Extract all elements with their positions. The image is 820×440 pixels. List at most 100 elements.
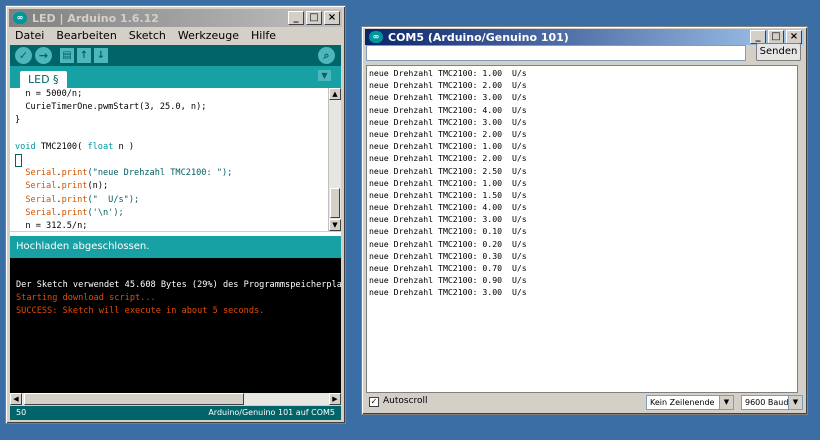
menu-hilfe[interactable]: Hilfe	[246, 28, 281, 44]
console-line: SUCCESS: Sketch will execute in about 5 …	[16, 306, 265, 316]
minimize-button[interactable]: _	[288, 11, 304, 25]
serial-monitor-window: ∞ COM5 (Arduino/Genuino 101) _ □ × Sende…	[361, 26, 808, 415]
serial-titlebar[interactable]: ∞ COM5 (Arduino/Genuino 101) _ □ ×	[365, 29, 804, 45]
scroll-down-arrow-icon[interactable]: ▼	[329, 219, 341, 231]
console-line: Starting download script...	[16, 293, 156, 303]
serial-bottom-bar: ✓ Autoscroll Kein Zeilenende ▼ 9600 Baud…	[366, 394, 803, 412]
serial-monitor-magnifier-icon[interactable]: ⌕	[318, 47, 335, 64]
code-token: n )	[113, 141, 135, 152]
code-line: Serial.print('\n');	[10, 207, 338, 220]
code-token: n = 5000/n;	[15, 89, 83, 99]
send-input[interactable]	[366, 45, 746, 61]
code-token: }	[15, 115, 21, 126]
ide-titlebar[interactable]: ∞ LED | Arduino 1.6.12 _ □ ×	[9, 9, 342, 27]
editor-vertical-scrollbar[interactable]: ▲ ▼	[328, 88, 341, 231]
line-ending-select[interactable]: Kein Zeilenende ▼	[646, 395, 734, 410]
code-token: (" U/s");	[87, 194, 140, 205]
ide-title: LED | Arduino 1.6.12	[32, 11, 159, 25]
ide-toolbar: ✓ → ▤ ↑ ↓ ⌕	[10, 45, 341, 66]
serial-line: neue Drehzahl TMC2100: 3.00 U/s	[369, 92, 527, 103]
close-button[interactable]: ×	[786, 30, 802, 44]
code-token: Serial	[25, 168, 57, 179]
autoscroll-label: Autoscroll	[383, 396, 428, 406]
code-line: CurieTimerOne.pwmStart(3, 25.0, n);	[10, 101, 338, 114]
autoscroll-checkbox[interactable]: ✓	[369, 397, 379, 407]
save-down-arrow-icon[interactable]: ↓	[94, 48, 108, 63]
maximize-button[interactable]: □	[306, 11, 322, 25]
serial-line: neue Drehzahl TMC2100: 0.30 U/s	[369, 250, 527, 261]
tab-menu-chevron-down-icon[interactable]: ▼	[318, 70, 331, 81]
board-port: Arduino/Genuino 101 auf COM5	[208, 408, 335, 417]
line-ending-value: Kein Zeilenende	[650, 398, 715, 407]
baud-value: 9600 Baud	[745, 398, 789, 407]
serial-line: neue Drehzahl TMC2100: 1.50 U/s	[369, 189, 527, 200]
open-up-arrow-icon[interactable]: ↑	[77, 48, 91, 63]
serial-title: COM5 (Arduino/Genuino 101)	[388, 30, 569, 44]
code-token: print	[61, 194, 88, 205]
code-token: Serial	[25, 207, 57, 218]
line-number: 50	[16, 408, 27, 417]
serial-line: neue Drehzahl TMC2100: 2.50 U/s	[369, 165, 527, 176]
new-file-icon[interactable]: ▤	[60, 48, 74, 63]
code-line: void TMC2100( float n )	[10, 141, 338, 154]
serial-line: neue Drehzahl TMC2100: 0.10 U/s	[369, 226, 527, 237]
code-editor[interactable]: n = 5000/n; CurieTimerOne.pwmStart(3, 25…	[10, 88, 338, 231]
send-row: Senden	[366, 43, 803, 61]
bracket-cursor: {	[15, 153, 22, 167]
code-token: Serial	[25, 181, 57, 192]
arduino-logo-icon: ∞	[13, 12, 27, 24]
serial-line: neue Drehzahl TMC2100: 2.00 U/s	[369, 153, 527, 164]
scroll-right-arrow-icon[interactable]: ▶	[329, 393, 341, 405]
code-token: CurieTimerOne.pwmStart(3, 25.0, n);	[15, 102, 207, 113]
ide-tabbar: LED § ▼	[10, 66, 341, 88]
serial-line: neue Drehzahl TMC2100: 0.90 U/s	[369, 275, 527, 286]
scroll-left-arrow-icon[interactable]: ◀	[10, 393, 22, 405]
code-token: TMC2100(	[35, 141, 88, 152]
serial-line: neue Drehzahl TMC2100: 0.70 U/s	[369, 263, 527, 273]
arduino-logo-icon: ∞	[369, 31, 383, 43]
serial-line: neue Drehzahl TMC2100: 0.20 U/s	[369, 238, 527, 249]
code-token: Serial	[25, 194, 57, 205]
serial-line: neue Drehzahl TMC2100: 3.00 U/s	[369, 287, 527, 298]
ide-footer: 50 Arduino/Genuino 101 auf COM5	[10, 406, 341, 420]
code-line: }	[10, 114, 338, 127]
menu-datei[interactable]: Datei	[10, 28, 49, 44]
console-horizontal-scrollbar[interactable]: ◀ ▶	[10, 393, 341, 405]
serial-line: neue Drehzahl TMC2100: 2.00 U/s	[369, 128, 527, 139]
menu-sketch[interactable]: Sketch	[124, 28, 171, 44]
code-line: Serial.print("neue Drehzahl TMC2100: ");	[10, 167, 338, 180]
code-token: print	[61, 181, 88, 192]
close-button[interactable]: ×	[324, 11, 340, 25]
serial-line: neue Drehzahl TMC2100: 4.00 U/s	[369, 202, 527, 213]
code-token: print	[61, 207, 88, 218]
send-button[interactable]: Senden	[756, 43, 801, 61]
serial-line: neue Drehzahl TMC2100: 3.00 U/s	[369, 214, 527, 225]
code-token: ("neue Drehzahl TMC2100: ");	[87, 168, 233, 179]
code-token: float	[87, 141, 114, 152]
menu-werkzeuge[interactable]: Werkzeuge	[173, 28, 244, 44]
upload-arrow-icon[interactable]: →	[35, 47, 52, 64]
output-console: Der Sketch verwendet 45.608 Bytes (29%) …	[10, 258, 341, 393]
scroll-thumb[interactable]	[330, 188, 340, 218]
tab-led[interactable]: LED §	[20, 71, 67, 88]
upload-status: Hochladen abgeschlossen.	[10, 236, 341, 258]
minimize-button[interactable]: _	[750, 30, 766, 44]
ide-menubar: Datei Bearbeiten Sketch Werkzeuge Hilfe	[10, 28, 281, 44]
serial-output[interactable]: neue Drehzahl TMC2100: 1.00 U/s neue Dreh…	[366, 65, 798, 393]
code-token: n = 312.5/n;	[15, 220, 88, 231]
serial-line: neue Drehzahl TMC2100: 4.00 U/s	[369, 104, 527, 115]
code-line: n = 312.5/n;	[10, 220, 338, 231]
verify-check-icon[interactable]: ✓	[15, 47, 32, 64]
scroll-up-arrow-icon[interactable]: ▲	[329, 88, 341, 100]
baud-select[interactable]: 9600 Baud ▼	[741, 395, 803, 410]
maximize-button[interactable]: □	[768, 30, 784, 44]
chevron-down-icon: ▼	[788, 396, 802, 409]
menu-bearbeiten[interactable]: Bearbeiten	[51, 28, 121, 44]
console-line: Der Sketch verwendet 45.608 Bytes (29%) …	[16, 280, 341, 290]
hscroll-thumb[interactable]	[24, 393, 244, 405]
